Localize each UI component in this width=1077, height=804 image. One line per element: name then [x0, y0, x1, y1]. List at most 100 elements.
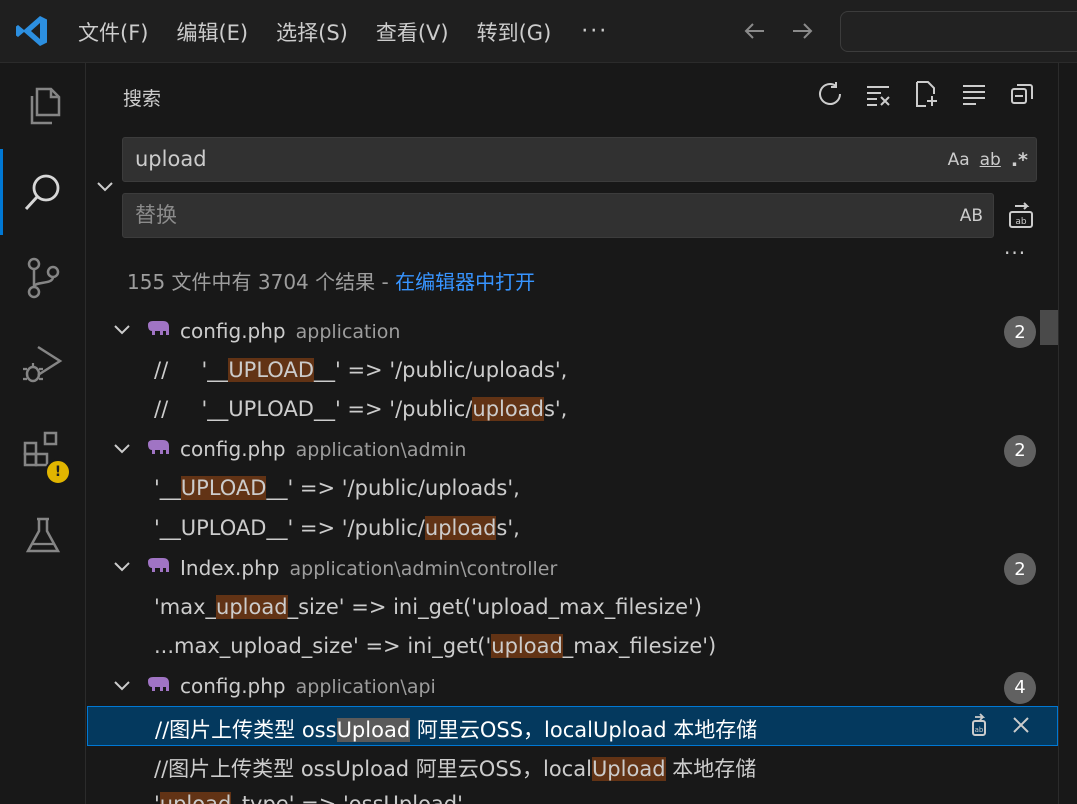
menu-go[interactable]: 转到(G)	[463, 0, 566, 63]
menu-view[interactable]: 查看(V)	[362, 0, 463, 63]
results-tree: config.php application 2 // '__UPLOAD__' …	[87, 311, 1077, 804]
match-suffix: __' => '/public/uploads',	[266, 476, 520, 500]
match-case-toggle[interactable]: Aa	[948, 150, 970, 170]
match-highlight: upload	[491, 634, 563, 658]
panel-actions	[813, 77, 1039, 111]
menu-bar: 文件(F) 编辑(E) 选择(S) 查看(V) 转到(G) ···	[64, 0, 624, 63]
chevron-down-icon[interactable]	[111, 675, 133, 697]
search-panel: 搜索 Aa ab .* 替换 AB ab ···	[87, 63, 1077, 804]
extensions-tab[interactable]: !	[0, 407, 86, 493]
php-elephant-icon	[148, 558, 169, 572]
command-center-input[interactable]	[840, 11, 1077, 52]
svg-text:ab: ab	[1015, 217, 1027, 227]
match-line[interactable]: // '__UPLOAD__' => '/public/uploads',	[87, 351, 1077, 391]
chevron-down-icon[interactable]	[111, 319, 133, 341]
svg-text:ab: ab	[975, 726, 984, 734]
search-icon	[24, 174, 60, 211]
match-prefix: // '__	[154, 357, 229, 382]
match-prefix: //图片上传类型 oss	[155, 718, 337, 742]
php-elephant-icon	[148, 676, 169, 691]
match-prefix: '__	[154, 476, 181, 500]
view-as-list-icon[interactable]	[957, 77, 991, 111]
match-line[interactable]: '__UPLOAD__' => '/public/uploads',	[87, 509, 1077, 549]
open-in-editor-link[interactable]: 在编辑器中打开	[395, 270, 535, 294]
dismiss-close-icon[interactable]	[1007, 711, 1035, 739]
testing-icon	[25, 517, 61, 553]
match-prefix: // '__UPLOAD__' => '/public/	[154, 397, 473, 421]
match-suffix: 本地存储	[665, 756, 757, 781]
menu-edit[interactable]: 编辑(E)	[162, 0, 262, 63]
file-name: config.php	[180, 437, 286, 462]
testing-tab[interactable]	[0, 493, 86, 579]
php-elephant-icon	[148, 439, 169, 454]
replace-icon[interactable]: ab	[965, 711, 993, 739]
result-file[interactable]: config.php application 2	[87, 311, 1077, 351]
refresh-icon[interactable]	[813, 77, 847, 111]
more-options-button[interactable]: ···	[1004, 241, 1026, 265]
explorer-tab[interactable]	[0, 63, 86, 149]
menu-selection[interactable]: 选择(S)	[262, 0, 362, 63]
match-highlight: UPLOAD	[180, 476, 267, 500]
chevron-down-icon[interactable]	[111, 556, 133, 578]
run-debug-icon	[23, 345, 63, 383]
match-suffix: 阿里云OSS，localUpload 本地存储	[410, 718, 758, 742]
match-prefix: //图片上传类型 ossUpload 阿里云OSS，local	[154, 756, 592, 781]
toggle-replace-chevron-icon[interactable]	[93, 175, 117, 199]
run-debug-tab[interactable]	[0, 321, 86, 407]
match-line[interactable]: '__UPLOAD__' => '/public/uploads',	[87, 469, 1077, 509]
summary-text: 155 文件中有 3704 个结果 -	[127, 270, 396, 294]
scrollbar-thumb[interactable]	[1040, 310, 1058, 345]
file-name: config.php	[180, 674, 286, 699]
match-line[interactable]: // '__UPLOAD__' => '/public/uploads',	[87, 390, 1077, 430]
back-arrow-icon[interactable]	[738, 14, 772, 48]
clear-results-icon[interactable]	[861, 77, 895, 111]
menu-more-button[interactable]: ···	[565, 0, 624, 63]
match-suffix: s',	[496, 515, 520, 540]
match-line[interactable]: ...max_upload_size' => ini_get('upload_m…	[87, 627, 1077, 667]
search-tab[interactable]	[0, 149, 86, 235]
match-whole-word-toggle[interactable]: ab	[980, 150, 1001, 170]
match-count-badge: 2	[1004, 316, 1036, 348]
match-line-selected[interactable]: //图片上传类型 ossUpload 阿里云OSS，localUpload 本地…	[87, 706, 1058, 746]
match-count-badge: 2	[1004, 434, 1036, 467]
result-file[interactable]: config.php application\api 4	[87, 667, 1077, 707]
match-prefix: '	[154, 792, 160, 804]
match-row-actions: ab	[965, 711, 1035, 739]
file-path: application\admin	[295, 439, 467, 462]
result-file[interactable]: Index.php application\admin\controller 2	[87, 548, 1077, 588]
result-file[interactable]: config.php application\admin 2	[87, 430, 1077, 470]
results-summary: 155 文件中有 3704 个结果 - 在编辑器中打开	[127, 266, 535, 295]
match-line[interactable]: 'upload_type' => 'ossUpload',	[87, 785, 1077, 804]
match-count-badge: 4	[1004, 671, 1036, 704]
match-highlight: upload	[472, 397, 544, 421]
match-line[interactable]: //图片上传类型 ossUpload 阿里云OSS，localUpload 本地…	[87, 746, 1077, 786]
warning-badge-icon: !	[45, 459, 71, 485]
match-highlight: upload	[424, 515, 497, 540]
search-input[interactable]	[135, 138, 895, 181]
match-highlight: upload	[216, 594, 288, 619]
new-search-editor-icon[interactable]	[909, 77, 943, 111]
replace-input[interactable]: 替换	[135, 194, 915, 237]
preserve-case-toggle[interactable]: AB	[960, 194, 983, 237]
replace-box: 替换 AB	[122, 193, 994, 238]
source-control-icon	[27, 257, 60, 299]
collapse-all-icon[interactable]	[1005, 77, 1039, 111]
files-icon	[30, 87, 61, 125]
match-highlight: UPLOAD	[228, 357, 314, 382]
match-count-badge: 2	[1004, 553, 1036, 585]
scrollbar-track[interactable]	[1058, 63, 1077, 804]
menu-file[interactable]: 文件(F)	[64, 0, 162, 63]
match-highlight: Upload	[591, 756, 666, 781]
source-control-tab[interactable]	[0, 235, 86, 321]
use-regex-toggle[interactable]: .*	[1011, 149, 1028, 171]
match-suffix: s',	[543, 397, 568, 421]
chevron-down-icon[interactable]	[111, 438, 133, 460]
file-name: Index.php	[180, 555, 280, 580]
file-path: application	[295, 320, 401, 343]
forward-arrow-icon[interactable]	[785, 14, 819, 48]
match-highlight: upload	[159, 792, 232, 804]
match-prefix: '__UPLOAD__' => '/public/	[154, 515, 425, 540]
match-line[interactable]: 'max_upload_size' => ini_get('upload_max…	[87, 588, 1077, 628]
file-path: application\api	[295, 676, 436, 699]
replace-all-icon[interactable]: ab	[1004, 199, 1038, 233]
